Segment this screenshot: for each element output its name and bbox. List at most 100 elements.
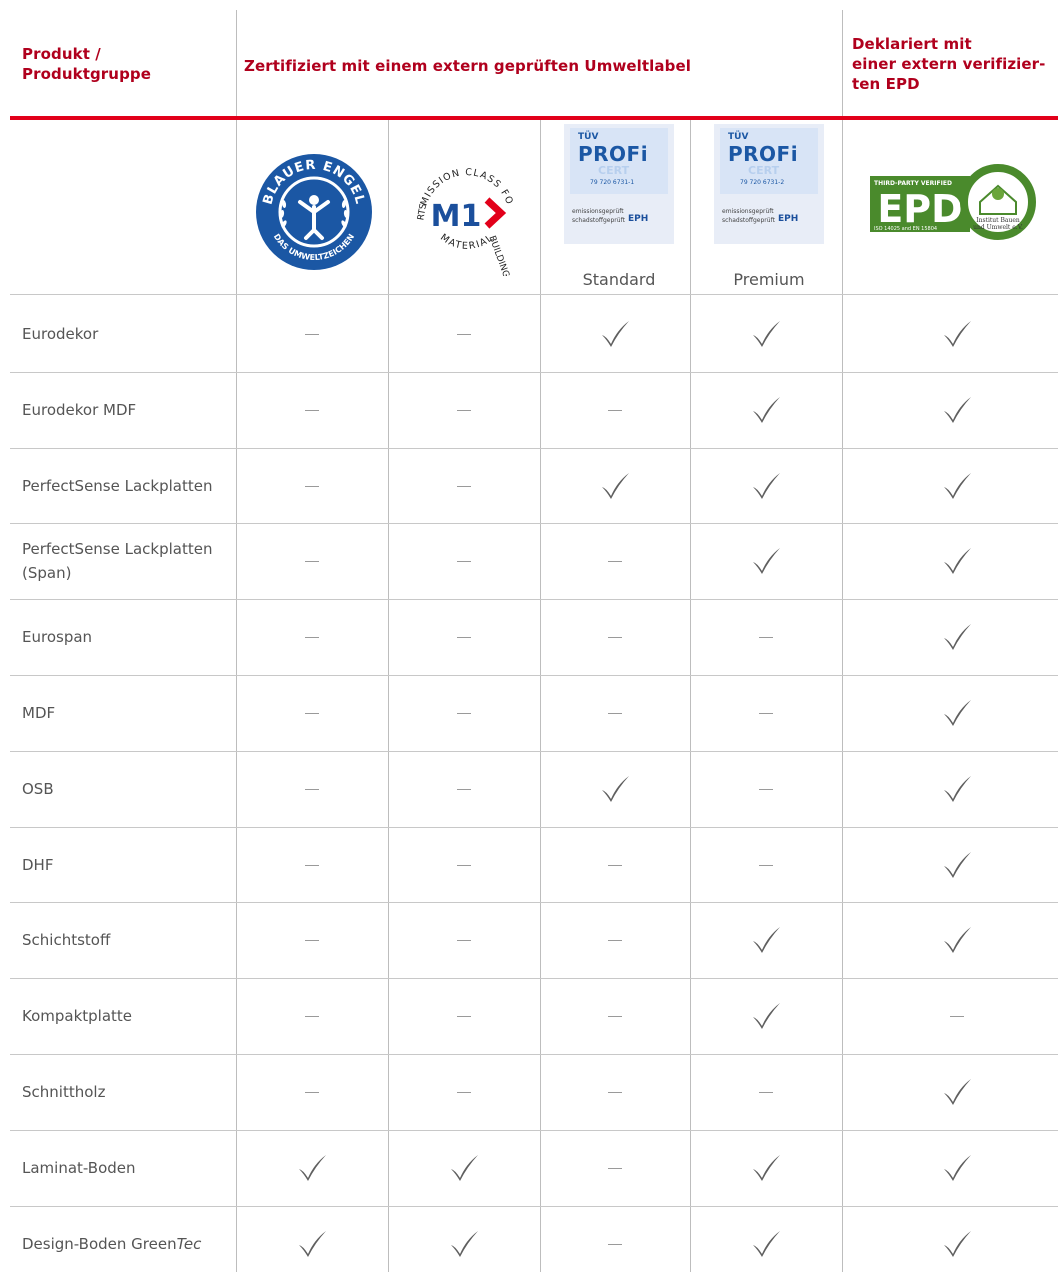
dash-icon	[305, 940, 319, 942]
dash-icon	[457, 712, 471, 714]
check-icon	[937, 769, 977, 809]
check-icon	[937, 617, 977, 657]
product-label-text: PerfectSense Lackplatten (Span)	[22, 540, 213, 583]
product-label: DHF	[22, 853, 232, 877]
dash-icon	[305, 788, 319, 790]
product-label-text: Schichtstoff	[22, 931, 111, 950]
product-label: Schnittholz	[22, 1080, 232, 1104]
dash-icon	[608, 1167, 622, 1169]
check-icon	[937, 390, 977, 430]
check-icon	[595, 769, 635, 809]
product-label-text: Eurodekor	[22, 324, 99, 343]
dash-icon	[608, 864, 622, 866]
product-label: MDF	[22, 701, 232, 725]
check-icon	[746, 314, 786, 354]
tuv-premium-caption: Premium	[733, 270, 805, 289]
check-icon	[595, 466, 635, 506]
check-icon	[746, 996, 786, 1036]
row-divider	[10, 1205, 1058, 1207]
dash-icon	[457, 864, 471, 866]
check-icon	[937, 1224, 977, 1264]
product-label: Eurospan	[22, 625, 232, 649]
svg-text:und Umwelt e.V.: und Umwelt e.V.	[973, 224, 1023, 231]
dash-icon	[457, 940, 471, 942]
svg-text:MATERIAL: MATERIAL	[438, 232, 496, 252]
blauer-engel-logo: BLAUER ENGEL DAS UMWELTZEICHEN	[254, 152, 374, 272]
dash-icon	[305, 485, 319, 487]
row-divider	[10, 371, 1058, 373]
dash-icon	[759, 1091, 773, 1093]
dash-icon	[305, 1016, 319, 1018]
row-divider	[10, 1054, 1058, 1055]
dash-icon	[305, 561, 319, 563]
tuv-standard-caption: Standard	[582, 270, 656, 289]
dash-icon	[305, 409, 319, 411]
product-label-text: Schnittholz	[22, 1082, 106, 1101]
dash-icon	[457, 333, 471, 335]
check-icon	[937, 1148, 977, 1188]
product-label: PerfectSense Lackplatten	[22, 474, 232, 498]
row-divider	[10, 1129, 1058, 1131]
dash-icon	[608, 561, 622, 563]
svg-text:BUILDING: BUILDING	[486, 234, 510, 276]
col-divider-2	[388, 118, 389, 1272]
product-label: Eurodekor MDF	[22, 398, 232, 422]
dash-icon	[759, 712, 773, 714]
m1-emission-logo: EMISSION CLASS FOR MATERIAL BUILDING RTS…	[400, 142, 530, 279]
check-icon	[746, 466, 786, 506]
epd-logo: THIRD-PARTY VERIFIED EPD ISO 14025 and E…	[870, 162, 1046, 240]
check-icon	[937, 1072, 977, 1112]
row-divider	[10, 447, 1058, 449]
tuv-profi-cert-premium-logo: TÜV PROFi CERT 79 720 6731-2 emissionsge…	[714, 124, 824, 244]
dash-icon	[457, 1091, 471, 1093]
check-icon	[937, 693, 977, 733]
dash-icon	[608, 409, 622, 411]
col-divider-4	[690, 118, 691, 1272]
dash-icon	[950, 1016, 964, 1018]
product-label: Laminat-Boden	[22, 1156, 232, 1180]
dash-icon	[457, 637, 471, 639]
dash-icon	[608, 940, 622, 942]
check-icon	[444, 1148, 484, 1188]
dash-icon	[608, 637, 622, 639]
product-label-text: OSB	[22, 779, 54, 798]
check-icon	[444, 1224, 484, 1264]
tuv-profi-cert-standard-logo: TÜV PROFi CERT 79 720 6731-1 emissionsge…	[564, 124, 674, 244]
check-icon	[746, 1224, 786, 1264]
dash-icon	[305, 1091, 319, 1093]
check-icon	[746, 1148, 786, 1188]
row-divider	[10, 978, 1058, 980]
product-label: OSB	[22, 777, 232, 801]
col-divider-5	[842, 10, 843, 1272]
header-epd: Deklariert mit einer extern verifizier- …	[852, 35, 1046, 93]
check-icon	[937, 920, 977, 960]
svg-text:Institut Bauen: Institut Bauen	[976, 217, 1020, 224]
check-icon	[746, 390, 786, 430]
check-icon	[937, 845, 977, 885]
dash-icon	[305, 637, 319, 639]
product-label: Kompaktplatte	[22, 1004, 232, 1028]
dash-icon	[457, 1016, 471, 1018]
dash-icon	[759, 637, 773, 639]
dash-icon	[759, 864, 773, 866]
dash-icon	[305, 864, 319, 866]
dash-icon	[457, 561, 471, 563]
check-icon	[937, 466, 977, 506]
row-divider	[10, 750, 1058, 752]
header-certified: Zertifiziert mit einem extern geprüften …	[244, 57, 691, 75]
product-label-italic: Tec	[176, 1234, 202, 1253]
check-icon	[292, 1148, 332, 1188]
product-label-text: DHF	[22, 855, 54, 874]
dash-icon	[305, 333, 319, 335]
check-icon	[937, 314, 977, 354]
check-icon	[746, 541, 786, 581]
product-label-text: Eurodekor MDF	[22, 400, 137, 419]
svg-text:THIRD-PARTY VERIFIED: THIRD-PARTY VERIFIED	[874, 180, 952, 187]
product-label: Eurodekor	[22, 322, 232, 346]
header-product: Produkt / Produktgruppe	[22, 45, 152, 83]
row-divider	[10, 599, 1058, 601]
row-divider	[10, 523, 1058, 525]
dash-icon	[608, 1091, 622, 1093]
dash-icon	[608, 712, 622, 714]
product-label: Design-Boden GreenTec	[22, 1232, 232, 1256]
